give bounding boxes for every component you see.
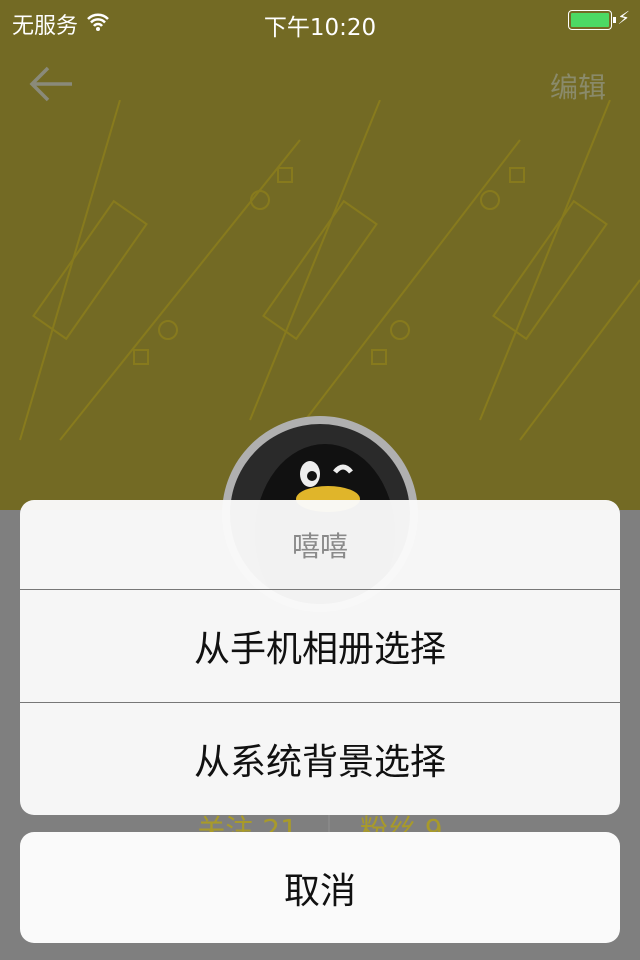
- action-sheet-title: 嘻嘻: [291, 529, 348, 563]
- arrow-pattern-decoration: [19, 100, 640, 441]
- back-button[interactable]: [26, 62, 76, 106]
- choose-system-background-button[interactable]: 从系统背景选择: [20, 702, 620, 815]
- status-time: 下午10:20: [263, 15, 377, 41]
- back-arrow-icon: [29, 66, 72, 102]
- choose-from-album-button[interactable]: 从手机相册选择: [20, 589, 620, 702]
- cancel-button[interactable]: 取消: [20, 832, 620, 943]
- status-bar: 无服务 下午10:20 ⚡: [0, 0, 640, 41]
- battery-icon: [568, 10, 616, 30]
- action-sheet: 嘻嘻 从手机相册选择 从系统背景选择: [20, 500, 620, 815]
- charging-icon: ⚡: [617, 8, 630, 29]
- edit-button[interactable]: 编辑: [550, 66, 606, 106]
